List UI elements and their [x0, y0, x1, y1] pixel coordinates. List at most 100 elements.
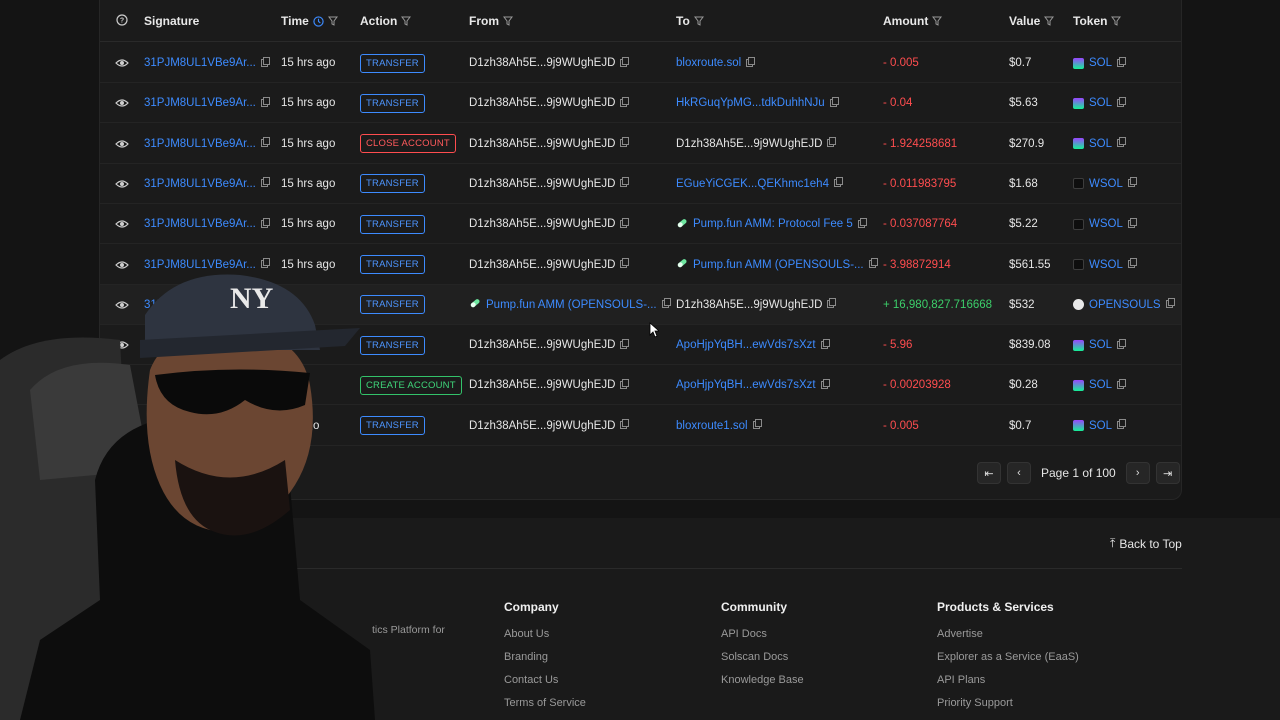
copy-icon[interactable] — [260, 56, 270, 70]
footer-link-branding[interactable]: Branding — [504, 651, 586, 664]
copy-icon[interactable] — [1165, 298, 1175, 311]
token-link[interactable]: SOL — [1089, 138, 1112, 150]
signature-link[interactable]: 31PJM8UL1VBe9Ar... — [144, 57, 256, 69]
first-page-icon[interactable]: ⇤ — [977, 462, 1001, 484]
footer-link-eaas[interactable]: Explorer as a Service (EaaS) — [937, 651, 1079, 664]
copy-icon[interactable] — [820, 338, 830, 352]
copy-icon[interactable] — [1117, 137, 1127, 150]
copy-icon[interactable] — [1117, 419, 1127, 432]
to-address[interactable]: bloxroute.sol — [676, 57, 741, 69]
copy-icon[interactable] — [827, 137, 837, 150]
copy-icon[interactable] — [620, 137, 630, 150]
col-action[interactable]: Action — [360, 14, 412, 28]
copy-icon[interactable] — [260, 177, 270, 190]
col-time[interactable]: Time — [281, 14, 338, 28]
table-row[interactable]: 31PJM8UL1VBe9Ar... 15 hrs ago TRANSFER D1zh… — [100, 204, 1181, 245]
signature-link[interactable]: 31PJM8UL1VBe9Ar... — [144, 218, 256, 230]
filter-icon[interactable] — [693, 16, 704, 26]
back-to-top-button[interactable]: ⤒ Back to Top — [1110, 536, 1182, 551]
copy-icon[interactable] — [868, 258, 878, 271]
col-amount[interactable]: Amount — [883, 14, 943, 28]
col-token[interactable]: Token — [1073, 14, 1122, 28]
copy-icon[interactable] — [1127, 217, 1137, 231]
copy-icon[interactable] — [620, 258, 630, 271]
filter-icon[interactable] — [503, 16, 513, 26]
copy-icon[interactable] — [833, 177, 843, 190]
copy-icon[interactable] — [746, 56, 756, 70]
from-address[interactable]: Pump.fun AMM (OPENSOULS-... — [486, 299, 657, 311]
footer-link-terms[interactable]: Terms of Service — [504, 697, 586, 710]
signature-link[interactable]: 31PJM8UL1VBe9Ar... — [144, 138, 256, 150]
copy-icon[interactable] — [661, 298, 671, 311]
footer-link-about[interactable]: About Us — [504, 628, 586, 641]
eye-icon[interactable] — [115, 83, 129, 123]
copy-icon[interactable] — [1127, 177, 1137, 190]
table-row[interactable]: 31PJM8UL1VBe9Ar... 15 hrs ago TRANSFER D1zh… — [100, 43, 1181, 83]
token-link[interactable]: OPENSOULS — [1089, 299, 1161, 311]
copy-icon[interactable] — [829, 96, 839, 110]
copy-icon[interactable] — [1117, 96, 1127, 110]
to-address[interactable]: EGueYiCGEK...QEKhmc1eh4 — [676, 178, 829, 190]
copy-icon[interactable] — [260, 217, 270, 231]
copy-icon[interactable] — [820, 378, 830, 392]
token-link[interactable]: WSOL — [1089, 178, 1123, 190]
eye-icon[interactable] — [115, 124, 129, 164]
col-from[interactable]: From — [469, 14, 513, 28]
signature-link[interactable]: 31PJM8UL1VBe9Ar... — [144, 178, 256, 190]
copy-icon[interactable] — [620, 419, 630, 432]
copy-icon[interactable] — [620, 378, 630, 392]
footer-link-api-docs[interactable]: API Docs — [721, 628, 804, 641]
copy-icon[interactable] — [620, 338, 630, 352]
clock-icon[interactable] — [313, 15, 324, 27]
filter-icon[interactable] — [401, 16, 412, 26]
eye-icon[interactable] — [115, 164, 129, 204]
footer-link-contact[interactable]: Contact Us — [504, 674, 586, 687]
col-to[interactable]: To — [676, 14, 704, 28]
copy-icon[interactable] — [620, 56, 630, 70]
footer-link-knowledge-base[interactable]: Knowledge Base — [721, 674, 804, 687]
copy-icon[interactable] — [620, 177, 630, 190]
copy-icon[interactable] — [1117, 338, 1127, 352]
token-link[interactable]: SOL — [1089, 57, 1112, 69]
copy-icon[interactable] — [827, 298, 837, 311]
last-page-icon[interactable]: ⇥ — [1155, 462, 1180, 484]
to-address[interactable]: bloxroute1.sol — [676, 420, 748, 432]
eye-icon[interactable] — [115, 204, 129, 244]
copy-icon[interactable] — [260, 137, 270, 150]
info-icon[interactable]: ? — [116, 14, 128, 26]
token-link[interactable]: WSOL — [1089, 259, 1123, 271]
eye-icon[interactable] — [115, 43, 129, 83]
next-page-icon[interactable]: › — [1125, 462, 1150, 484]
token-link[interactable]: SOL — [1089, 339, 1112, 351]
footer-link-solscan-docs[interactable]: Solscan Docs — [721, 651, 804, 664]
signature-link[interactable]: 31PJM8UL1VBe9Ar... — [144, 97, 256, 109]
to-address[interactable]: ApoHjpYqBH...ewVds7sXzt — [676, 339, 816, 351]
token-link[interactable]: SOL — [1089, 420, 1112, 432]
copy-icon[interactable] — [1117, 56, 1127, 70]
copy-icon[interactable] — [752, 419, 762, 432]
copy-icon[interactable] — [857, 217, 867, 231]
table-row[interactable]: 31PJM8UL1VBe9Ar... 15 hrs ago TRANSFER D1zh… — [100, 83, 1181, 124]
col-value[interactable]: Value — [1009, 14, 1055, 28]
copy-icon[interactable] — [1127, 258, 1137, 271]
filter-icon[interactable] — [932, 16, 943, 26]
copy-icon[interactable] — [620, 96, 630, 110]
footer-link-api-plans[interactable]: API Plans — [937, 674, 1079, 687]
to-address[interactable]: HkRGuqYpMG...tdkDuhhNJu — [676, 97, 825, 109]
copy-icon[interactable] — [1117, 378, 1127, 392]
prev-page-icon[interactable]: ‹ — [1007, 462, 1031, 484]
to-address[interactable]: Pump.fun AMM: Protocol Fee 5 — [693, 218, 853, 230]
copy-icon[interactable] — [620, 217, 630, 231]
token-link[interactable]: WSOL — [1089, 218, 1123, 230]
token-link[interactable]: SOL — [1089, 97, 1112, 109]
filter-icon[interactable] — [1044, 16, 1055, 26]
to-address[interactable]: ApoHjpYqBH...ewVds7sXzt — [676, 379, 816, 391]
token-link[interactable]: SOL — [1089, 379, 1112, 391]
copy-icon[interactable] — [260, 96, 270, 110]
signature-link[interactable]: 31PJM8UL1VBe9Ar... — [144, 259, 256, 271]
filter-icon[interactable] — [327, 16, 338, 26]
to-address[interactable]: Pump.fun AMM (OPENSOULS-... — [693, 259, 864, 271]
footer-link-priority-support[interactable]: Priority Support — [937, 697, 1079, 710]
footer-link-advertise[interactable]: Advertise — [937, 628, 1079, 641]
table-row[interactable]: 31PJM8UL1VBe9Ar... 15 hrs ago TRANSFER D1zh… — [100, 164, 1181, 204]
